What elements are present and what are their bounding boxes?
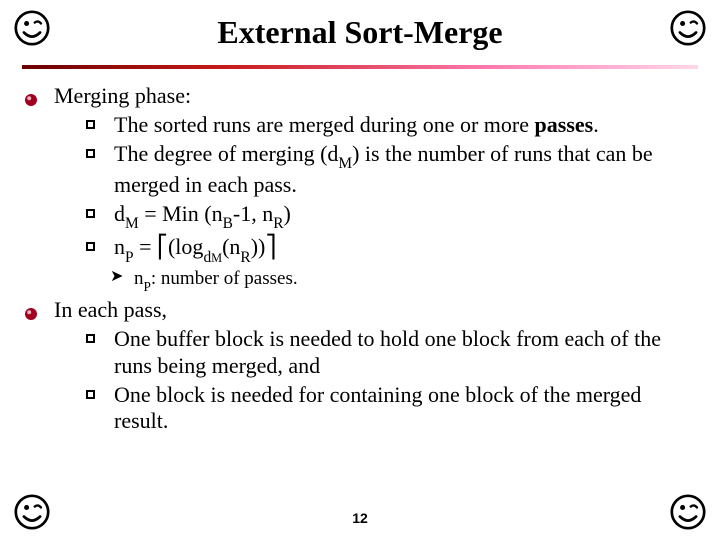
slide-body: Merging phase: The sorted runs are merge…	[0, 69, 720, 435]
subnote-item: nP: number of passes.	[110, 267, 690, 293]
bullet-list: One buffer block is needed to hold one b…	[86, 326, 690, 435]
smile-wink-icon	[14, 10, 50, 46]
disc-bullet-icon	[24, 301, 38, 315]
bullet-list: The sorted runs are merged during one or…	[86, 112, 690, 265]
section-heading: Merging phase:	[54, 83, 191, 108]
section-merging-phase: Merging phase: The sorted runs are merge…	[54, 83, 690, 293]
subnote-list: nP: number of passes.	[110, 267, 690, 293]
slide-title: External Sort-Merge	[0, 0, 720, 51]
list-item: The sorted runs are merged during one or…	[86, 112, 690, 139]
section-heading: In each pass,	[54, 297, 167, 322]
list-item: dM = Min (nB-1, nR)	[86, 201, 690, 232]
page-number: 12	[0, 510, 720, 526]
section-in-each-pass: In each pass, One buffer block is needed…	[54, 297, 690, 435]
disc-bullet-icon	[24, 87, 38, 101]
list-item: nP = ⎡(logdM(nR))⎤	[86, 234, 690, 265]
smile-wink-icon	[670, 10, 706, 46]
list-item: One buffer block is needed to hold one b…	[86, 326, 690, 380]
list-item: The degree of merging (dM) is the number…	[86, 141, 690, 199]
list-item: One block is needed for containing one b…	[86, 382, 690, 436]
